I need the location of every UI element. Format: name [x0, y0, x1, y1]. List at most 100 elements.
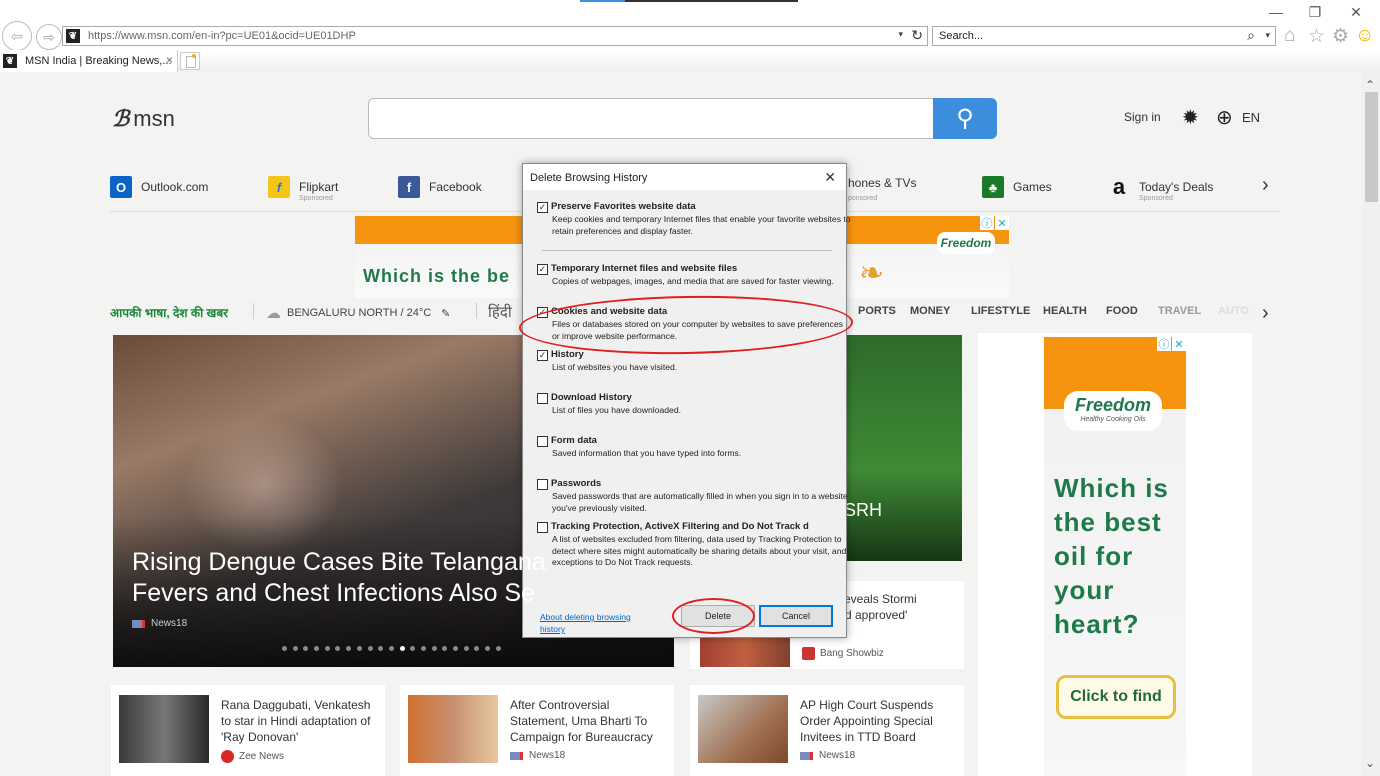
- option-label[interactable]: Form data: [551, 435, 826, 446]
- page-scrollbar[interactable]: ⌃ ⌄: [1362, 72, 1380, 776]
- address-bar[interactable]: ❦ https://www.msn.com/en-in?pc=UE01&ocid…: [62, 26, 928, 46]
- msn-search-button[interactable]: ⚲: [933, 98, 997, 139]
- carousel-dot[interactable]: [485, 646, 491, 651]
- new-tab-button[interactable]: [180, 52, 200, 70]
- ad-info-icon[interactable]: ⓘ: [980, 216, 994, 230]
- msn-logo[interactable]: ℬ msn: [112, 106, 175, 132]
- carousel-dot[interactable]: [314, 646, 320, 651]
- side-ad-creative[interactable]: Freedom Healthy Cooking Oils Which is the…: [1044, 337, 1186, 776]
- carousel-dot[interactable]: [474, 646, 480, 651]
- checkbox[interactable]: [537, 393, 548, 404]
- checkbox[interactable]: [537, 436, 548, 447]
- option-label[interactable]: History: [551, 349, 826, 360]
- quick-link-outlook[interactable]: O Outlook.com: [110, 176, 208, 198]
- hindi-tagline[interactable]: आपकी भाषा, देश की खबर: [110, 304, 228, 321]
- quick-link-games[interactable]: ♣ Games: [982, 176, 1052, 198]
- sign-in-link[interactable]: Sign in: [1124, 110, 1161, 124]
- option-label[interactable]: Temporary Internet files and website fil…: [551, 263, 826, 274]
- globe-icon[interactable]: ⊕: [1216, 105, 1233, 130]
- about-deleting-history-link[interactable]: About deleting browsing history: [540, 611, 650, 635]
- carousel-dot[interactable]: [442, 646, 448, 651]
- carousel-dot[interactable]: [335, 646, 341, 651]
- back-button[interactable]: ⇦: [2, 21, 32, 51]
- edit-pencil-icon[interactable]: ✎: [441, 307, 450, 320]
- carousel-dot[interactable]: [431, 646, 437, 651]
- address-dropdown-icon[interactable]: ▾: [898, 29, 903, 40]
- checkbox[interactable]: ✓: [537, 202, 548, 213]
- nav-next-arrow[interactable]: ›: [1262, 302, 1269, 325]
- language-selector[interactable]: EN: [1242, 110, 1260, 125]
- dialog-close-icon[interactable]: ✕: [824, 169, 836, 186]
- hindi-link[interactable]: हिंदी: [488, 302, 512, 322]
- story-card[interactable]: AP High Court Suspends Order Appointing …: [690, 685, 964, 776]
- favorites-star-icon[interactable]: ☆: [1308, 25, 1325, 48]
- quick-link-amazon[interactable]: a Today's Deals Sponsored: [1108, 174, 1213, 202]
- hero-headline[interactable]: Rising Dengue Cases Bite Telangana Fever…: [132, 547, 674, 609]
- carousel-dot[interactable]: [495, 646, 501, 651]
- quick-link-phones-tvs[interactable]: hones & TVs ponsored: [848, 176, 916, 202]
- refresh-icon[interactable]: ↻: [911, 27, 923, 44]
- option-label[interactable]: Tracking Protection, ActiveX Filtering a…: [551, 521, 826, 532]
- nav-sports[interactable]: PORTS: [858, 305, 896, 317]
- forward-button[interactable]: ⇨: [36, 24, 62, 50]
- carousel-dot[interactable]: [303, 646, 309, 651]
- carousel-dot[interactable]: [388, 646, 394, 651]
- carousel-dot[interactable]: [463, 646, 469, 651]
- settings-gear-icon[interactable]: ⚙: [1332, 25, 1349, 48]
- checkbox[interactable]: ✓: [537, 307, 548, 318]
- delete-button[interactable]: Delete: [681, 605, 755, 627]
- checkbox[interactable]: ✓: [537, 350, 548, 361]
- nav-autos[interactable]: AUTO: [1218, 305, 1249, 317]
- ad-info-icon[interactable]: ⓘ: [1157, 337, 1171, 351]
- checkbox[interactable]: [537, 522, 548, 533]
- nav-food[interactable]: FOOD: [1106, 305, 1138, 317]
- scrollbar-thumb[interactable]: [1365, 92, 1378, 202]
- cancel-button[interactable]: Cancel: [759, 605, 833, 627]
- option-label[interactable]: Preserve Favorites website data: [551, 201, 826, 212]
- carousel-dot[interactable]: [356, 646, 362, 651]
- carousel-dot[interactable]: [378, 646, 384, 651]
- feedback-smiley-icon[interactable]: ☺: [1355, 25, 1374, 47]
- carousel-dot[interactable]: [367, 646, 373, 651]
- ad-close-icon[interactable]: ✕: [995, 216, 1009, 230]
- msn-settings-icon[interactable]: ✹: [1182, 105, 1199, 130]
- carousel-dot[interactable]: [346, 646, 352, 651]
- option-label[interactable]: Download History: [551, 392, 826, 403]
- search-dropdown-icon[interactable]: ▾: [1265, 30, 1270, 41]
- tab-msn[interactable]: ❦ MSN India | Breaking News,... ×: [0, 50, 178, 72]
- carousel-dot[interactable]: [282, 646, 287, 651]
- click-to-find-button[interactable]: Click to find: [1056, 675, 1176, 719]
- side-ad[interactable]: Freedom Healthy Cooking Oils Which is the…: [978, 333, 1252, 776]
- carousel-dot[interactable]: [410, 646, 416, 651]
- carousel-dot[interactable]: [453, 646, 458, 651]
- story-card[interactable]: Rana Daggubati, Venkatesh to star in Hin…: [111, 685, 385, 776]
- nav-money[interactable]: MONEY: [910, 305, 950, 317]
- browser-search-box[interactable]: Search... ⌕ ▾: [932, 26, 1276, 46]
- tab-close-icon[interactable]: ×: [166, 53, 173, 67]
- quick-link-facebook[interactable]: f Facebook: [398, 176, 482, 198]
- checkbox[interactable]: ✓: [537, 264, 548, 275]
- nav-lifestyle[interactable]: LIFESTYLE: [971, 305, 1030, 317]
- checkbox[interactable]: [537, 479, 548, 490]
- carousel-dot[interactable]: [420, 646, 426, 651]
- quick-links-next-arrow[interactable]: ›: [1262, 174, 1269, 197]
- msn-search-input[interactable]: [368, 98, 934, 139]
- scroll-down-arrow-icon[interactable]: ⌄: [1365, 756, 1375, 770]
- search-icon[interactable]: ⌕: [1247, 27, 1255, 44]
- ad-close-icon[interactable]: ✕: [1172, 337, 1186, 351]
- restore-button[interactable]: ❐: [1305, 4, 1325, 21]
- option-label[interactable]: Passwords: [551, 478, 826, 489]
- nav-health[interactable]: HEALTH: [1043, 305, 1087, 317]
- url-text[interactable]: https://www.msn.com/en-in?pc=UE01&ocid=U…: [88, 30, 356, 42]
- carousel-dot[interactable]: [292, 646, 298, 651]
- weather-widget[interactable]: ☁ BENGALURU NORTH / 24°C ✎: [266, 304, 450, 322]
- story-card[interactable]: After Controversial Statement, Uma Bhart…: [400, 685, 674, 776]
- scroll-up-arrow-icon[interactable]: ⌃: [1365, 78, 1375, 92]
- home-icon[interactable]: ⌂: [1284, 25, 1295, 47]
- minimize-button[interactable]: —: [1266, 4, 1286, 20]
- nav-travel[interactable]: TRAVEL: [1158, 305, 1201, 317]
- quick-link-flipkart[interactable]: f Flipkart Sponsored: [268, 176, 338, 202]
- carousel-dot[interactable]: [324, 646, 330, 651]
- option-label[interactable]: Cookies and website data: [551, 306, 826, 317]
- close-window-button[interactable]: ✕: [1346, 4, 1366, 21]
